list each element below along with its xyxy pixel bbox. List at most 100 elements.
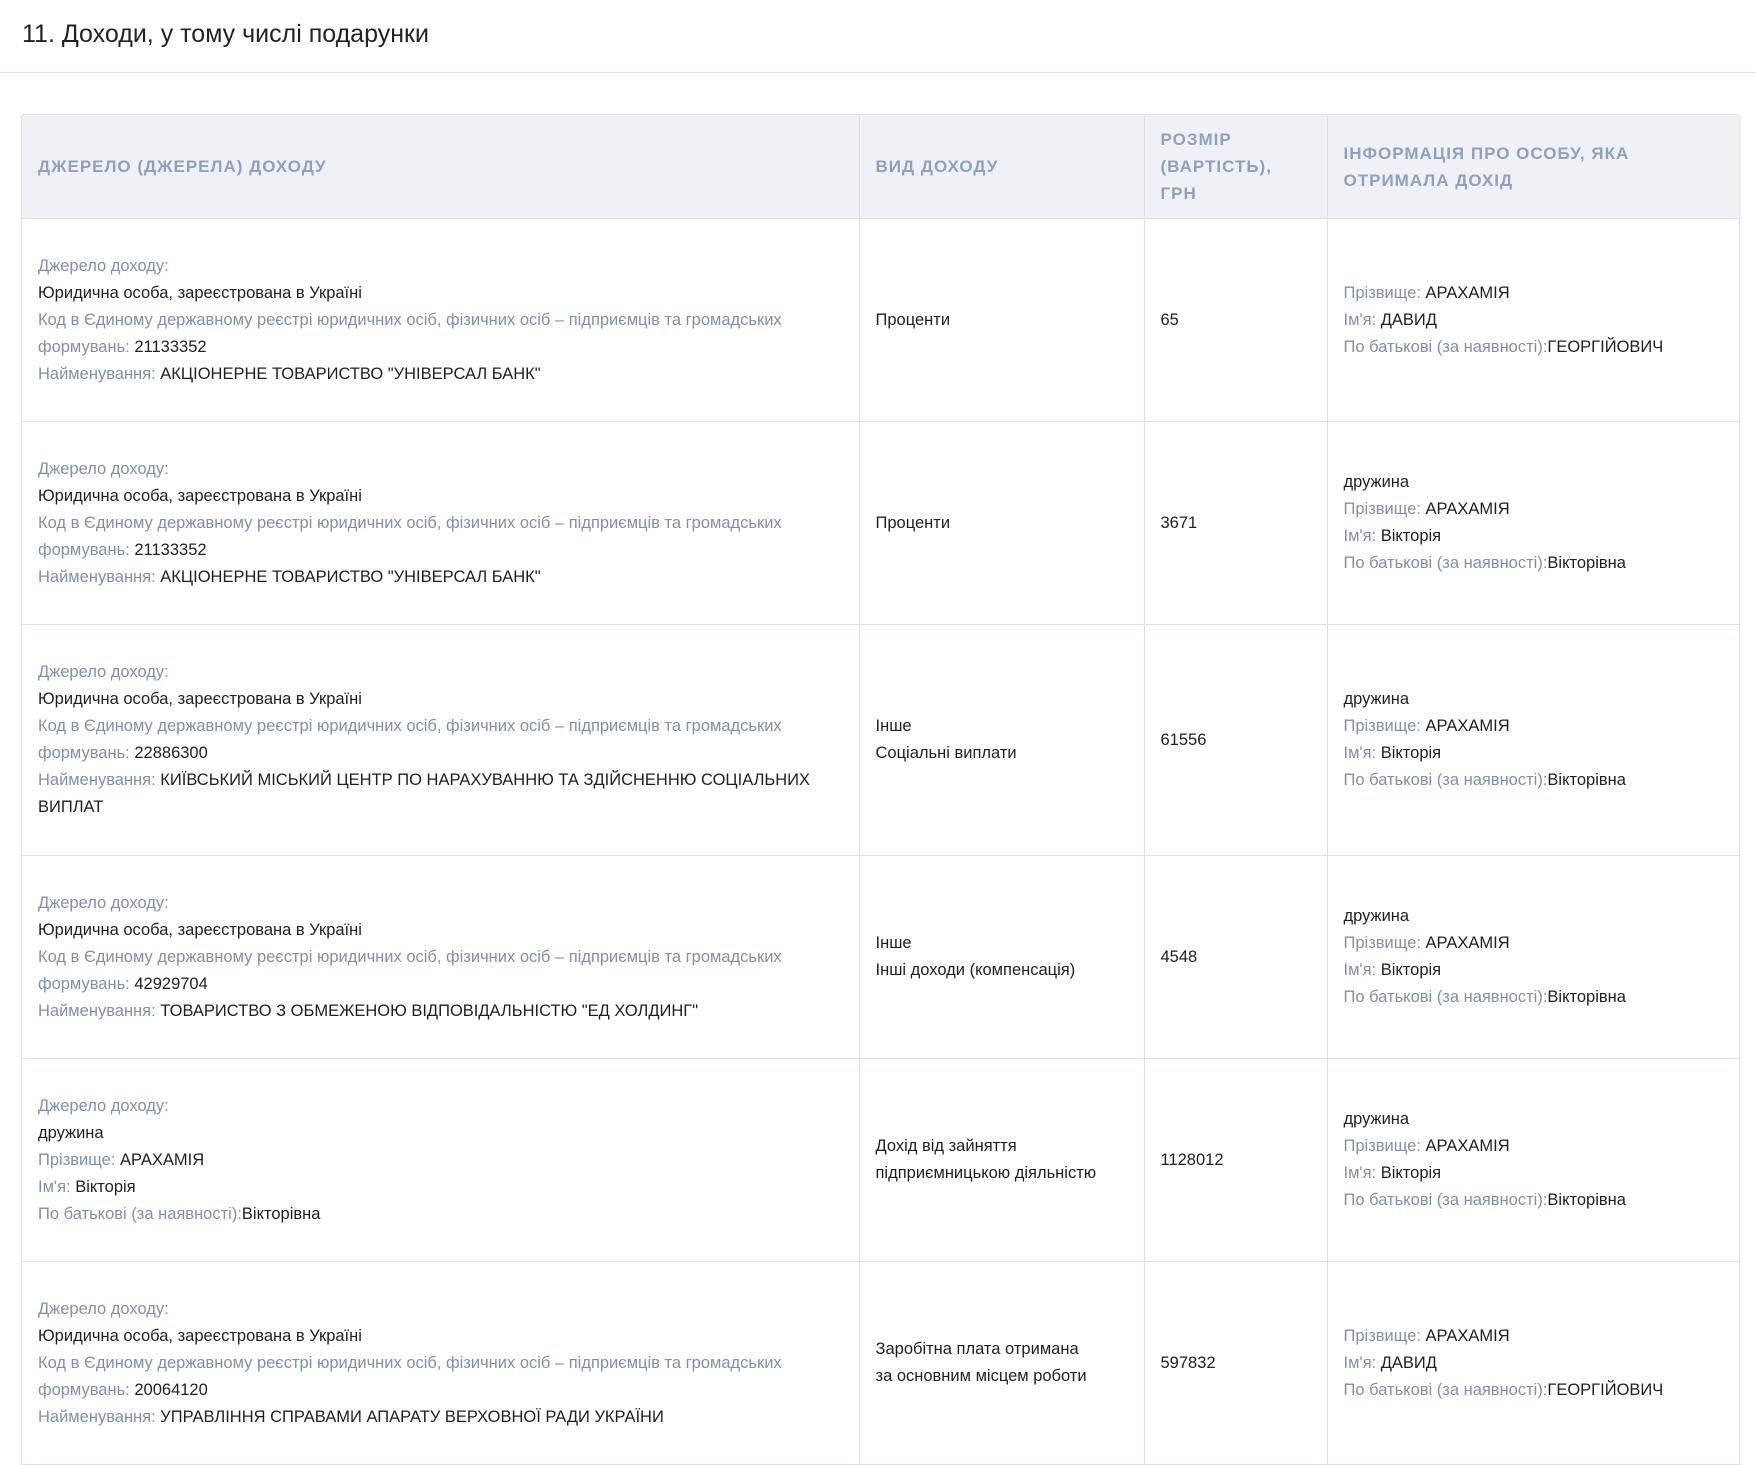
- source-type: Юридична особа, зареєстрована в Україні: [38, 483, 843, 510]
- cell-recipient: дружина Прізвище: АРАХАМІЯ Ім'я: Вікторія П…: [1327, 855, 1741, 1059]
- source-type: Юридична особа, зареєстрована в Україні: [38, 1323, 843, 1350]
- source-patronymic-val: Вікторівна: [241, 1204, 321, 1223]
- recipient-first-name: Ім'я: Вікторія: [1344, 740, 1726, 767]
- table-body: Джерело доходу: Юридична особа, зареєстро…: [22, 218, 1741, 1465]
- recipient-first-name: Ім'я: Вікторія: [1344, 957, 1726, 984]
- cell-amount: 4548: [1144, 855, 1328, 1059]
- table-row: Джерело доходу: Юридична особа, зареєстро…: [22, 421, 1741, 625]
- recipient-patronymic: По батькові (за наявності):ГЕОРГІЙОВИЧ: [1344, 334, 1726, 361]
- recipient-surname-val: АРАХАМІЯ: [1425, 500, 1510, 518]
- source-name: Найменування: АКЦІОНЕРНЕ ТОВАРИСТВО "УНІ…: [38, 361, 843, 388]
- source-code: Код в Єдиному державному реєстрі юридичн…: [38, 307, 843, 361]
- source-code-val: 42929704: [134, 974, 208, 993]
- recipient-patronymic-lbl: По батькові (за наявності):: [1343, 1191, 1548, 1209]
- header-recipient: Інформація про особу, яка отримала дохід: [1327, 115, 1741, 219]
- cell-recipient: дружина Прізвище: АРАХАМІЯ Ім'я: Вікторія П…: [1327, 1058, 1741, 1262]
- cell-recipient: дружина Прізвище: АРАХАМІЯ Ім'я: Вікторія П…: [1327, 421, 1741, 625]
- recipient-first-name-lbl: Ім'я:: [1343, 961, 1377, 979]
- source-code: Код в Єдиному державному реєстрі юридичн…: [38, 510, 843, 564]
- source-heading-lbl: Джерело доходу:: [38, 1299, 169, 1318]
- cell-income-type: Заробітна плата отримана за основним місц…: [859, 1261, 1145, 1465]
- cell-income-type: Дохід від зайняття підприємницькою діяльн…: [859, 1058, 1145, 1262]
- recipient-first-name-val: ДАВИД: [1380, 1353, 1437, 1372]
- recipient-patronymic-lbl: По батькові (за наявності):: [1343, 1380, 1548, 1399]
- cell-amount: 3671: [1144, 421, 1328, 625]
- recipient-first-name-lbl: Ім'я:: [1343, 1353, 1377, 1372]
- source-type-val: Юридична особа, зареєстрована в Україні: [38, 486, 362, 505]
- source-code-val: 21133352: [134, 337, 207, 356]
- source-heading: Джерело доходу:: [38, 1296, 843, 1323]
- recipient-first-name-lbl: Ім'я:: [1343, 527, 1377, 545]
- source-type-val: Юридична особа, зареєстрована в Україні: [38, 920, 362, 939]
- source-code-val: 20064120: [134, 1380, 208, 1399]
- source-heading-lbl: Джерело доходу:: [38, 459, 169, 478]
- recipient-surname-lbl: Прізвище:: [1343, 283, 1421, 302]
- source-heading-lbl: Джерело доходу:: [38, 256, 169, 275]
- source-heading: Джерело доходу:: [38, 1093, 843, 1120]
- source-type-val: Юридична особа, зареєстрована в Україні: [38, 1326, 362, 1345]
- source-first-name-lbl: Ім'я:: [38, 1177, 71, 1196]
- source-name-lbl: Найменування:: [38, 771, 156, 789]
- income-type-line: підприємницькою діяльністю: [875, 1164, 1097, 1182]
- cell-recipient: дружина Прізвище: АРАХАМІЯ Ім'я: Вікторія П…: [1327, 624, 1741, 856]
- recipient-patronymic: По батькові (за наявності):Вікторівна: [1344, 1187, 1726, 1214]
- source-patronymic-lbl: По батькові (за наявності):: [38, 1204, 242, 1223]
- income-type-line: Соціальні виплати: [875, 744, 1017, 762]
- cell-income-type: Інше Інші доходи (компенсація): [859, 855, 1145, 1059]
- source-name-val: УПРАВЛІННЯ СПРАВАМИ АПАРАТУ ВЕРХОВНОЇ РА…: [160, 1407, 664, 1426]
- source-type-val: Юридична особа, зареєстрована в Україні: [38, 283, 362, 302]
- header-amount: Розмір (вартість), грн: [1144, 115, 1328, 219]
- cell-source: Джерело доходу: Юридична особа, зареєстро…: [22, 1261, 860, 1465]
- cell-recipient: Прізвище: АРАХАМІЯ Ім'я: ДАВИД По батькові…: [1327, 218, 1741, 422]
- source-heading-lbl: Джерело доходу:: [38, 893, 169, 912]
- header-source: Джерело (джерела) доходу: [22, 115, 860, 219]
- recipient-first-name: Ім'я: Вікторія: [1344, 1160, 1726, 1187]
- source-name-lbl: Найменування:: [38, 567, 156, 586]
- source-code: Код в Єдиному державному реєстрі юридичн…: [38, 713, 843, 767]
- source-relation-val: дружина: [38, 1123, 104, 1142]
- recipient-patronymic-val: Вікторівна: [1547, 1191, 1626, 1209]
- recipient-patronymic-val: ГЕОРГІЙОВИЧ: [1547, 337, 1664, 356]
- recipient-surname-lbl: Прізвище:: [1343, 500, 1421, 518]
- recipient-relation-val: дружина: [1343, 907, 1410, 925]
- table-row: Джерело доходу: Юридична особа, зареєстро…: [22, 218, 1741, 422]
- recipient-surname: Прізвище: АРАХАМІЯ: [1344, 1133, 1726, 1160]
- table-header-row: Джерело (джерела) доходу Вид доходу Розм…: [22, 115, 1741, 219]
- cell-amount: 65: [1144, 218, 1328, 422]
- source-patronymic: По батькові (за наявності):Вікторівна: [38, 1201, 843, 1228]
- source-name: Найменування: ТОВАРИСТВО З ОБМЕЖЕНОЮ ВІД…: [38, 998, 843, 1025]
- source-name-val: АКЦІОНЕРНЕ ТОВАРИСТВО "УНІВЕРСАЛ БАНК": [160, 364, 541, 383]
- source-name-lbl: Найменування:: [38, 1001, 156, 1020]
- cell-amount: 1128012: [1144, 1058, 1328, 1262]
- recipient-patronymic-lbl: По батькові (за наявності):: [1343, 337, 1548, 356]
- source-heading: Джерело доходу:: [38, 890, 843, 917]
- source-heading-lbl: Джерело доходу:: [38, 1096, 169, 1115]
- recipient-surname-val: АРАХАМІЯ: [1425, 1137, 1510, 1155]
- recipient-relation: дружина: [1344, 469, 1726, 496]
- recipient-patronymic: По батькові (за наявності):Вікторівна: [1344, 984, 1726, 1011]
- cell-amount: 597832: [1144, 1261, 1328, 1465]
- table-row: Джерело доходу: Юридична особа, зареєстро…: [22, 1261, 1741, 1465]
- source-type: Юридична особа, зареєстрована в Україні: [38, 280, 843, 307]
- source-type: Юридична особа, зареєстрована в Україні: [38, 917, 843, 944]
- recipient-surname: Прізвище: АРАХАМІЯ: [1344, 496, 1726, 523]
- recipient-surname-val: АРАХАМІЯ: [1425, 1326, 1510, 1345]
- table-row: Джерело доходу: дружина Прізвище: АРАХАМІЯ…: [22, 1058, 1741, 1262]
- recipient-relation: дружина: [1344, 1106, 1726, 1133]
- recipient-surname-lbl: Прізвище:: [1343, 1137, 1421, 1155]
- source-name-lbl: Найменування:: [38, 364, 156, 383]
- cell-recipient: Прізвище: АРАХАМІЯ Ім'я: ДАВИД По батькові…: [1327, 1261, 1741, 1465]
- recipient-first-name: Ім'я: ДАВИД: [1344, 307, 1726, 334]
- recipient-patronymic-lbl: По батькові (за наявності):: [1343, 988, 1548, 1006]
- source-heading: Джерело доходу:: [38, 456, 843, 483]
- header-income-type: Вид доходу: [859, 115, 1145, 219]
- recipient-surname-lbl: Прізвище:: [1343, 717, 1421, 735]
- income-type-line: Інше: [875, 934, 912, 952]
- recipient-surname: Прізвище: АРАХАМІЯ: [1344, 713, 1726, 740]
- recipient-patronymic: По батькові (за наявності):Вікторівна: [1344, 550, 1726, 577]
- recipient-surname-val: АРАХАМІЯ: [1425, 934, 1510, 952]
- source-type: Юридична особа, зареєстрована в Україні: [38, 686, 843, 713]
- source-surname-lbl: Прізвище:: [38, 1150, 116, 1169]
- recipient-first-name-val: Вікторія: [1380, 961, 1442, 979]
- income-type-line: Інше: [875, 717, 912, 735]
